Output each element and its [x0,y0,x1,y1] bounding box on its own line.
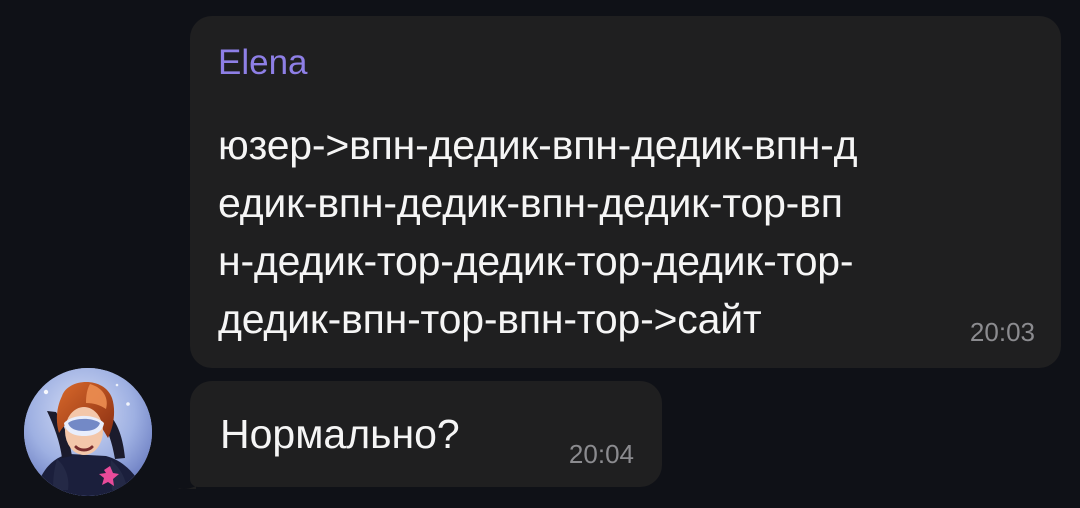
illustrated-avatar-icon [24,368,152,496]
message-text: юзер->впн-дедик-впн-дедик-впн-д едик-впн… [218,116,858,348]
sender-name[interactable]: Elena [218,43,308,83]
sender-avatar[interactable] [24,368,152,496]
message-line: н-дедик-тор-дедик-тор-дедик-тор- [218,238,854,284]
message-text: Нормально? [220,411,460,457]
message-bubble[interactable]: Elena юзер->впн-дедик-впн-дедик-впн-д ед… [190,16,1061,368]
message-bubble[interactable]: Нормально? 20:04 [190,381,662,487]
message-time: 20:04 [568,439,634,469]
message-line: дедик-впн-тор-впн-тор->сайт [218,296,762,342]
message-line: юзер->впн-дедик-впн-дедик-впн-д [218,122,858,168]
message-line: едик-впн-дедик-впн-дедик-тор-вп [218,180,843,226]
chat-view: Elena юзер->впн-дедик-впн-дедик-впн-д ед… [0,0,1080,508]
message-time: 20:03 [969,317,1035,347]
